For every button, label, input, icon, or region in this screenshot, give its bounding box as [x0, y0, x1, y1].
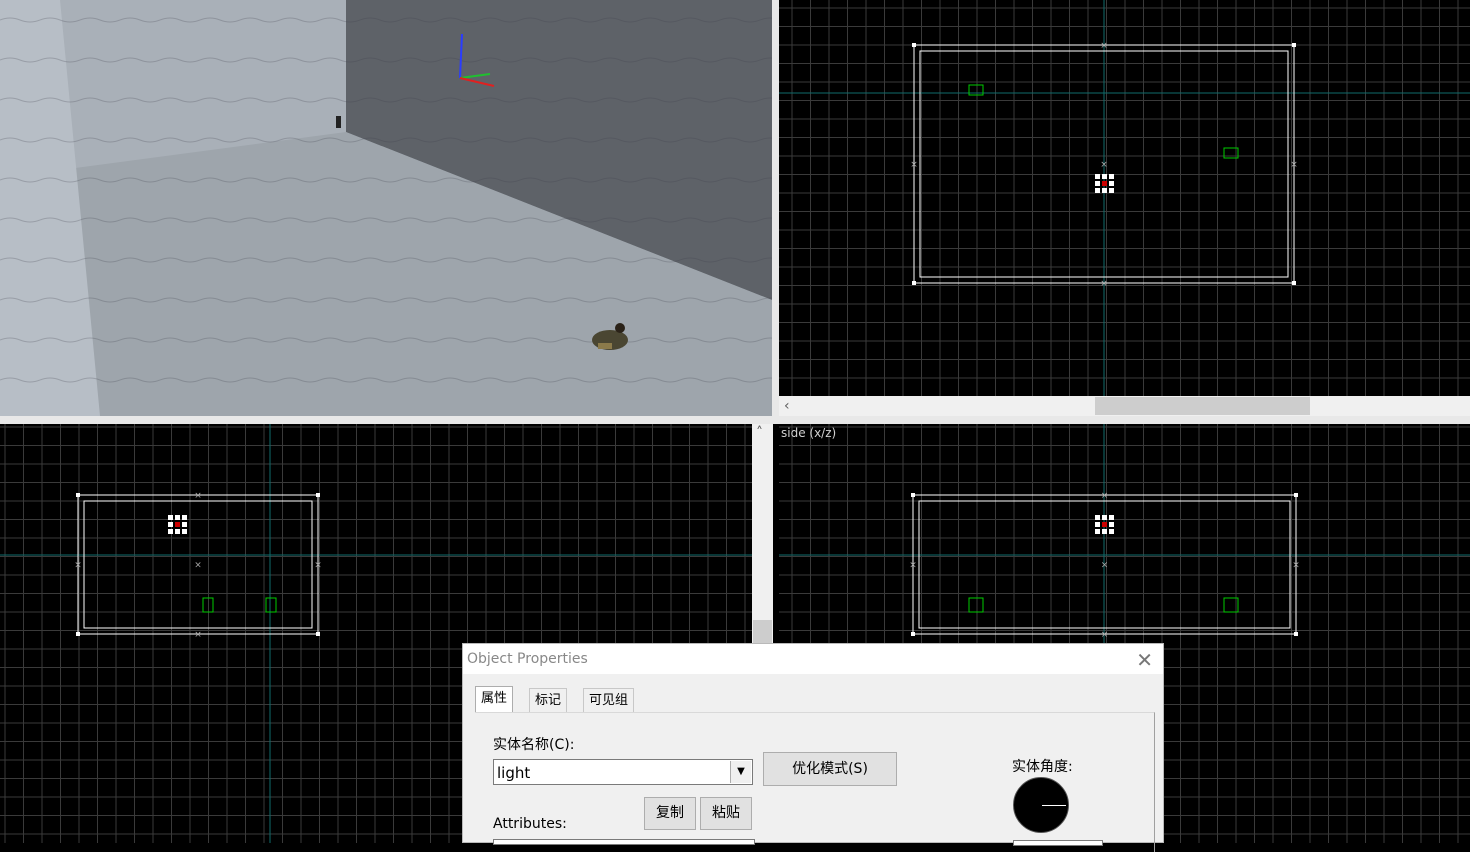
brush-handle — [316, 493, 320, 497]
brush-center-marker: × — [1100, 41, 1108, 51]
tab-visgroups[interactable]: 可见组 — [583, 688, 635, 712]
copy-button[interactable]: 复制 — [644, 797, 696, 830]
brush-center-marker: × — [910, 160, 918, 170]
entity-class-value: light — [497, 764, 531, 782]
top-viewport-hscrollbar[interactable]: ‹ — [779, 396, 1470, 416]
brush-handle — [76, 632, 80, 636]
player-start-icon — [1095, 515, 1114, 534]
brush-center-marker: × — [314, 561, 322, 571]
light-entity-icon — [968, 597, 984, 613]
tab-properties[interactable]: 属性 — [475, 686, 514, 713]
angle-dial[interactable] — [1013, 777, 1069, 833]
camera-3d-viewport[interactable] — [0, 0, 772, 416]
brush-center-marker: × — [194, 561, 202, 571]
brush-handle — [912, 281, 916, 285]
brush-center-marker: × — [194, 491, 202, 501]
attributes-list[interactable] — [493, 839, 755, 845]
brush-handle — [1294, 493, 1298, 497]
chevron-down-icon[interactable]: ▼ — [730, 761, 751, 783]
top-2d-viewport[interactable]: × × × × × — [779, 0, 1470, 396]
tab-flags[interactable]: 标记 — [529, 688, 568, 712]
brush-center-marker: × — [1100, 160, 1108, 170]
brush-center-marker: × — [194, 630, 202, 640]
brush-handle — [1292, 43, 1296, 47]
entity-angle-label: 实体角度: — [1012, 759, 1073, 775]
brush-handle — [911, 493, 915, 497]
brush-center-marker: × — [1101, 561, 1109, 571]
brush-center-marker: × — [74, 561, 82, 571]
brush-center-marker: × — [1100, 279, 1108, 289]
brush-handle — [76, 493, 80, 497]
brush-center-marker: × — [1292, 561, 1300, 571]
brush-center-marker: × — [909, 561, 917, 571]
hscroll-thumb[interactable] — [1095, 397, 1310, 415]
player-start-icon — [168, 515, 187, 534]
smart-edit-button[interactable]: 优化模式(S) — [763, 752, 897, 786]
viewport-divider-horizontal[interactable] — [0, 416, 1470, 424]
scroll-left-icon[interactable]: ‹ — [784, 399, 790, 413]
paste-button[interactable]: 粘贴 — [700, 797, 752, 830]
brush-handle — [1294, 632, 1298, 636]
brush-handle — [911, 632, 915, 636]
brush-handle — [316, 632, 320, 636]
entity-name-label: 实体名称(C): — [493, 737, 575, 753]
entity-class-combobox[interactable]: light ▼ — [493, 759, 753, 785]
brush-center-marker: × — [1101, 630, 1109, 640]
brush-handle — [912, 43, 916, 47]
angle-dial-hand — [1042, 805, 1066, 806]
viewport-label: side (x/z) — [781, 426, 837, 440]
viewport-divider-vertical[interactable] — [772, 0, 779, 424]
light-entity-icon — [265, 597, 277, 613]
object-properties-dialog: Object Properties ✕ 属性 标记 可见组 实体名称(C): l… — [462, 643, 1164, 852]
angle-input[interactable] — [1013, 840, 1103, 846]
player-start-icon — [1095, 174, 1114, 193]
attributes-label: Attributes: — [493, 816, 567, 832]
dialog-titlebar[interactable]: Object Properties ✕ — [463, 644, 1163, 674]
vscroll-thumb[interactable] — [753, 620, 772, 644]
brush-center-marker: × — [1101, 491, 1109, 501]
brush-center-marker: × — [1290, 160, 1298, 170]
brush-handle — [1292, 281, 1296, 285]
close-icon[interactable]: ✕ — [1136, 648, 1153, 672]
dialog-title: Object Properties — [467, 651, 588, 667]
scroll-up-icon[interactable]: ˄ — [756, 426, 763, 440]
